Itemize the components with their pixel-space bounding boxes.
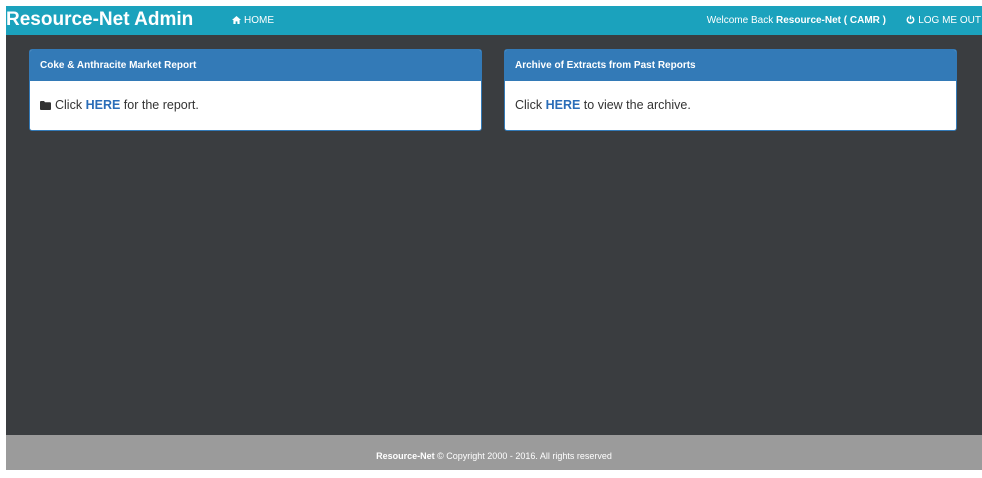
panel-body-prefix: Click: [515, 98, 543, 112]
welcome-prefix: Welcome Back: [706, 15, 774, 26]
welcome-user: Resource-Net ( CAMR ): [775, 15, 886, 26]
archive-here-link[interactable]: HERE: [546, 98, 581, 112]
page-footer: Resource-Net © Copyright 2000 - 2016. Al…: [6, 435, 982, 470]
footer-copyright: © Copyright 2000 - 2016. All rights rese…: [437, 451, 612, 461]
folder-icon: [40, 101, 51, 110]
report-here-link[interactable]: HERE: [86, 98, 121, 112]
panel-title: Coke & Anthracite Market Report: [30, 50, 481, 81]
archive-panel: Archive of Extracts from Past Reports Cl…: [504, 49, 957, 131]
app-frame: Resource-Net Admin HOME Welcome Back Res…: [6, 6, 982, 470]
welcome-message: Welcome Back Resource-Net ( CAMR ): [707, 6, 886, 35]
panel-body-suffix: to view the archive.: [583, 98, 691, 112]
market-report-panel: Coke & Anthracite Market Report Click HE…: [29, 49, 482, 131]
nav-home-label: HOME: [244, 15, 274, 26]
panel-body: Click HERE to view the archive.: [505, 81, 956, 130]
panel-title: Archive of Extracts from Past Reports: [505, 50, 956, 81]
nav-home-link[interactable]: HOME: [232, 6, 274, 35]
logout-label: LOG ME OUT: [918, 15, 981, 26]
top-navbar: Resource-Net Admin HOME Welcome Back Res…: [6, 6, 982, 35]
home-icon: [232, 16, 241, 24]
panel-body-suffix: for the report.: [123, 98, 199, 112]
brand-link[interactable]: Resource-Net Admin: [6, 6, 193, 35]
panel-body-prefix: Click: [55, 98, 83, 112]
panel-body: Click HERE for the report.: [30, 81, 481, 130]
power-icon: [906, 15, 915, 24]
logout-link[interactable]: LOG ME OUT: [906, 6, 981, 35]
footer-brand: Resource-Net: [376, 451, 435, 461]
